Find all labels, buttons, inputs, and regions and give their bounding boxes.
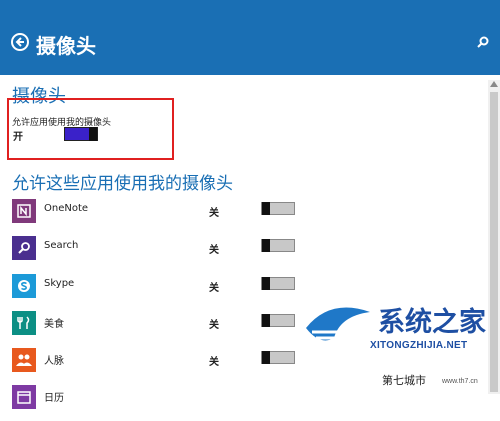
people-icon bbox=[12, 348, 36, 372]
food-icon bbox=[12, 311, 36, 335]
toggle-thumb bbox=[262, 277, 270, 290]
back-arrow-icon bbox=[15, 37, 24, 47]
app-name: 人脉 bbox=[44, 356, 64, 367]
app-name: OneNote bbox=[44, 203, 89, 214]
app-name: 日历 bbox=[44, 393, 64, 404]
app-row-search: Search 关 bbox=[0, 236, 488, 272]
brand-logo-icon bbox=[306, 307, 370, 346]
search-app-icon bbox=[12, 236, 36, 260]
apps-section-title: 允许这些应用使用我的摄像头 bbox=[12, 174, 233, 194]
app-toggle-state: 关 bbox=[209, 320, 219, 331]
app-header: 摄像头 bbox=[0, 0, 500, 75]
toggle-thumb bbox=[262, 202, 270, 215]
app-name: 美食 bbox=[44, 319, 64, 330]
toggle-thumb bbox=[89, 127, 97, 141]
watermark-brand: 系统之家 bbox=[378, 307, 486, 338]
app-toggle-state: 关 bbox=[209, 208, 219, 219]
master-camera-toggle[interactable] bbox=[64, 127, 98, 141]
watermark-domain: XITONGZHIJIA.NET bbox=[370, 340, 468, 351]
app-camera-toggle[interactable] bbox=[261, 239, 295, 252]
app-name: Skype bbox=[44, 278, 75, 289]
app-camera-toggle[interactable] bbox=[261, 277, 295, 290]
watermark-url: www.th7.cn bbox=[442, 378, 478, 385]
app-name: Search bbox=[44, 240, 79, 251]
search-button[interactable] bbox=[476, 36, 490, 50]
calendar-icon bbox=[12, 385, 36, 409]
app-camera-toggle[interactable] bbox=[261, 202, 295, 215]
watermark: 系统之家 XITONGZHIJIA.NET 第七城市 www.th7.cn bbox=[296, 292, 500, 394]
app-camera-toggle[interactable] bbox=[261, 314, 295, 327]
toggle-thumb bbox=[262, 351, 270, 364]
app-toggle-state: 关 bbox=[209, 245, 219, 256]
scroll-up-arrow[interactable] bbox=[490, 81, 498, 87]
toggle-thumb bbox=[262, 314, 270, 327]
page-title: 摄像头 bbox=[36, 34, 96, 58]
search-icon bbox=[477, 36, 489, 48]
app-camera-toggle[interactable] bbox=[261, 351, 295, 364]
toggle-thumb bbox=[262, 239, 270, 252]
master-toggle-state: 开 bbox=[13, 132, 23, 143]
onenote-icon bbox=[12, 199, 36, 223]
back-button[interactable] bbox=[11, 33, 29, 51]
skype-icon bbox=[12, 274, 36, 298]
app-row-onenote: OneNote 关 bbox=[0, 199, 488, 235]
app-toggle-state: 关 bbox=[209, 283, 219, 294]
watermark-footer: 第七城市 bbox=[382, 374, 426, 387]
app-toggle-state: 关 bbox=[209, 357, 219, 368]
